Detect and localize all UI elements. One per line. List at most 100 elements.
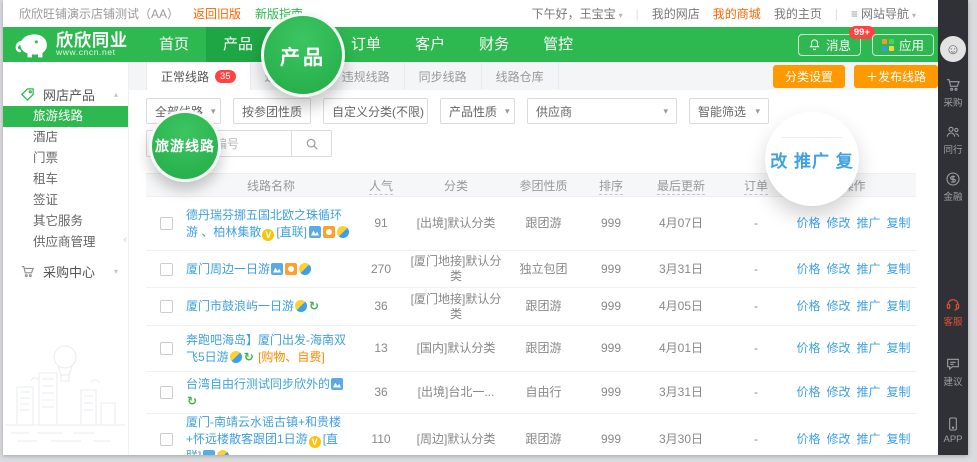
row-checkbox[interactable] xyxy=(160,217,173,230)
chevron-down-icon: ▾ xyxy=(505,106,510,117)
column-header-7[interactable]: 最后更新 xyxy=(641,177,721,194)
rail-item-同行[interactable]: 同行 xyxy=(943,124,962,156)
action-promote[interactable]: 推广 xyxy=(857,216,881,230)
tour-type-cell: 跟团游 xyxy=(506,432,581,447)
table-body: 德丹瑞芬挪五国北欧之珠循环游 、柏林集散V[直联]91[出境]默认分类跟团游99… xyxy=(146,197,916,455)
action-copy[interactable]: 复制 xyxy=(887,385,911,399)
tab-5[interactable]: 线路仓库 xyxy=(482,62,559,90)
brand-logo[interactable]: 欣欣同业 www.cncn.net xyxy=(13,30,128,60)
route-title-link[interactable]: 台湾自由行测试同步欣外的 xyxy=(186,377,330,391)
column-header-6[interactable]: 排序 xyxy=(581,177,641,194)
messages-button[interactable]: 消息 99+ xyxy=(798,34,861,56)
sidebar-item-酒店[interactable]: 酒店 xyxy=(3,127,128,148)
action-copy[interactable]: 复制 xyxy=(887,216,911,230)
row-checkbox[interactable] xyxy=(160,300,173,313)
apps-button[interactable]: 应用 xyxy=(872,34,934,56)
sort-cell: 999 xyxy=(581,341,641,356)
nav-item-6[interactable]: 财务 xyxy=(462,27,526,62)
search-button[interactable] xyxy=(292,130,332,157)
cart-icon xyxy=(20,264,35,279)
action-promote[interactable]: 推广 xyxy=(857,299,881,313)
sidebar-item-其它服务[interactable]: 其它服务 xyxy=(3,211,128,232)
action-copy[interactable]: 复制 xyxy=(887,262,911,276)
action-price[interactable]: 价格 xyxy=(796,299,820,313)
action-copy[interactable]: 复制 xyxy=(887,299,911,313)
action-edit[interactable]: 修改 xyxy=(826,385,850,399)
popularity-cell: 13 xyxy=(356,341,406,356)
apps-grid-icon xyxy=(882,39,894,51)
rail-item-label: APP xyxy=(943,434,962,445)
filter-dropdown-4[interactable]: 产品性质▾ xyxy=(440,98,515,124)
back-to-old-link[interactable]: 返回旧版 xyxy=(193,5,241,22)
action-price[interactable]: 价格 xyxy=(796,432,820,446)
action-edit[interactable]: 修改 xyxy=(826,341,850,355)
sidebar-item-供应商管理[interactable]: 供应商管理 xyxy=(3,232,128,253)
rail-item-采购[interactable]: 采购 xyxy=(943,77,962,109)
tab-4[interactable]: 同步线路 xyxy=(405,62,482,90)
action-promote[interactable]: 推广 xyxy=(857,385,881,399)
row-checkbox[interactable] xyxy=(160,386,173,399)
row-checkbox[interactable] xyxy=(160,263,173,276)
action-promote[interactable]: 推广 xyxy=(857,262,881,276)
nav-item-5[interactable]: 客户 xyxy=(398,27,462,62)
sidebar-item-租车[interactable]: 租车 xyxy=(3,169,128,190)
rail-item-建议[interactable]: 建议 xyxy=(943,356,962,388)
action-copy[interactable]: 复制 xyxy=(887,341,911,355)
action-edit[interactable]: 修改 xyxy=(826,262,850,276)
action-edit[interactable]: 修改 xyxy=(826,432,850,446)
publish-route-button[interactable]: ＋发布线路 xyxy=(854,65,938,88)
popularity-cell: 91 xyxy=(356,216,406,231)
sidebar-item-门票[interactable]: 门票 xyxy=(3,148,128,169)
action-price[interactable]: 价格 xyxy=(796,341,820,355)
route-name-cell: 德丹瑞芬挪五国北欧之珠循环游 、柏林集散V[直联] xyxy=(186,207,356,241)
route-name-cell: 台湾自由行测试同步欣外的↻ xyxy=(186,376,356,410)
column-header-label: 人气 xyxy=(369,179,393,195)
sidebar-group-2: 采购中心▾ xyxy=(3,259,128,283)
rail-item-APP[interactable]: APP xyxy=(943,416,962,445)
filter-dropdown-3[interactable]: 自定义分类(不限)▾ xyxy=(323,98,428,124)
sync-icon: ↻ xyxy=(244,350,254,364)
action-promote[interactable]: 推广 xyxy=(857,432,881,446)
filter-dropdown-5[interactable]: 供应商▾ xyxy=(527,98,677,124)
tabs: 正常线路35过期线路违规线路同步线路线路仓库 xyxy=(146,62,559,90)
sidebar-group-title-1[interactable]: 网店产品▴ xyxy=(3,82,128,106)
avatar[interactable]: ☺ xyxy=(940,36,966,62)
nav-item-7[interactable]: 管控 xyxy=(526,27,590,62)
actions-cell: 价格修改推广复制 xyxy=(791,341,916,356)
filter-dropdown-6[interactable]: 智能筛选▾ xyxy=(689,98,769,124)
rail-item-金融[interactable]: 金融 xyxy=(943,171,962,203)
sidebar-group-title-2[interactable]: 采购中心▾ xyxy=(3,259,128,283)
rail-item-客服[interactable]: 客服 xyxy=(943,296,962,328)
nav-item-1[interactable]: 首页 xyxy=(142,27,206,62)
rail-item-label: 建议 xyxy=(943,374,962,388)
my-shop-link[interactable]: 我的网店 xyxy=(652,5,700,22)
action-price[interactable]: 价格 xyxy=(796,385,820,399)
tab-1[interactable]: 正常线路35 xyxy=(146,62,251,90)
category-settings-button[interactable]: 分类设置 xyxy=(773,65,845,88)
image-icon xyxy=(271,263,283,275)
column-header-3[interactable]: 人气 xyxy=(356,177,406,194)
action-copy[interactable]: 复制 xyxy=(887,432,911,446)
route-callout-bubble: 旅游线路 xyxy=(149,110,221,182)
action-promote[interactable]: 推广 xyxy=(857,341,881,355)
action-price[interactable]: 价格 xyxy=(796,262,820,276)
sidebar-item-旅游线路[interactable]: 旅游线路 xyxy=(3,106,128,127)
sidebar-item-签证[interactable]: 签证 xyxy=(3,190,128,211)
my-homepage-link[interactable]: 我的主页 xyxy=(774,5,822,22)
sidebar-collapse-handle[interactable]: ‹ xyxy=(123,234,127,246)
route-title-link[interactable]: 厦门周边一日游 xyxy=(186,262,270,276)
action-price[interactable]: 价格 xyxy=(796,216,820,230)
route-title-link[interactable]: 厦门市鼓浪屿一日游 xyxy=(186,299,294,313)
row-checkbox[interactable] xyxy=(160,433,173,446)
action-edit[interactable]: 修改 xyxy=(826,216,850,230)
greeting-dropdown[interactable]: 下午好，王宝宝▾ xyxy=(532,5,623,22)
my-mall-link[interactable]: 我的商城 xyxy=(713,5,761,22)
action-edit[interactable]: 修改 xyxy=(826,299,850,313)
dropdown-label: 供应商 xyxy=(536,103,572,120)
store-name: 欣欣旺铺演示店铺测试（AA） xyxy=(19,5,179,22)
right-rail: ☺ 采购同行金融 客服建议 APP xyxy=(938,0,968,455)
filter-dropdown-2[interactable]: 按参团性质▾ xyxy=(233,98,311,124)
finance-icon xyxy=(945,171,961,187)
row-checkbox[interactable] xyxy=(160,342,173,355)
site-nav-dropdown[interactable]: ≡网站导航▾ xyxy=(851,5,916,22)
